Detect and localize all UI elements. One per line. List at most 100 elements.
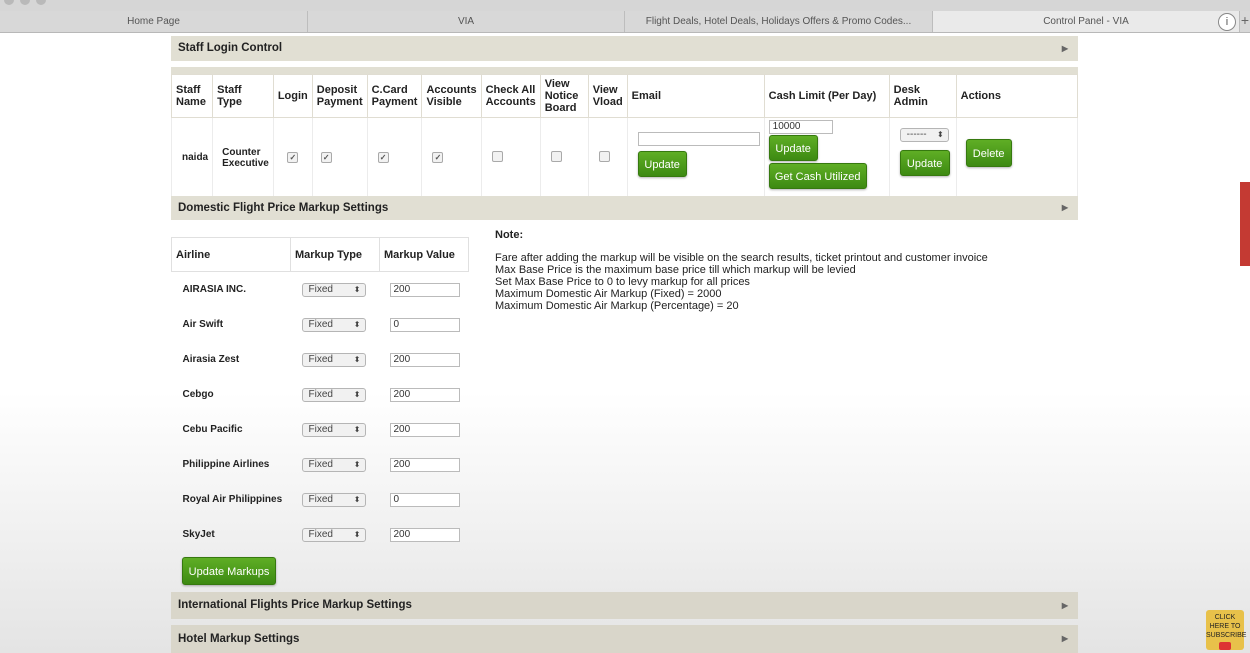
get-cash-utilized-button[interactable]: Get Cash Utilized (768, 163, 867, 189)
hotel-markup-header[interactable]: Hotel Markup Settings ▶ (171, 625, 1078, 653)
subscribe-badge[interactable]: CLICK HERE TO SUBSCRIBE (1206, 610, 1247, 650)
table-row: naida Counter Executive ✓ ✓ ✓ ✓ Update 1… (170, 117, 1079, 198)
markup-value-field[interactable]: 200 (389, 387, 460, 402)
accounts-visible-checkbox[interactable]: ✓ (432, 152, 444, 163)
staff-login-control-header[interactable]: Staff Login Control ▶ (171, 36, 1078, 61)
desk-admin-select[interactable]: ------ ⬍ (899, 127, 949, 142)
col-email: Email (626, 74, 765, 118)
update-markups-button[interactable]: Update Markups (182, 557, 276, 585)
minimize-window-icon[interactable] (20, 0, 30, 5)
note-line: Max Base Price is the maximum base price… (495, 264, 856, 276)
expand-arrow-icon: ▶ (1061, 634, 1068, 643)
browser-toolbar (0, 0, 1250, 11)
email-update-button[interactable]: Update (637, 151, 687, 177)
markup-type-value: Fixed (308, 423, 333, 435)
expand-arrow-icon: ▶ (1061, 44, 1068, 53)
markup-type-value: Fixed (308, 458, 333, 470)
international-markup-header[interactable]: International Flights Price Markup Setti… (171, 592, 1078, 619)
col-accounts-visible: Accounts Visible (421, 74, 482, 118)
browser-tab-control-panel[interactable]: Control Panel - VIA (933, 11, 1240, 32)
new-tab-icon[interactable]: + (1241, 12, 1249, 28)
deposit-payment-checkbox[interactable]: ✓ (320, 152, 332, 163)
table-row: Royal Air Philippines Fixed ⬍ 0 (172, 482, 469, 517)
airline-name: SkyJet (182, 529, 215, 540)
markup-type-select[interactable]: Fixed ⬍ (301, 317, 366, 332)
desk-admin-value: ------ (906, 128, 927, 140)
airline-name: Cebu Pacific (182, 424, 243, 435)
col-staff-name: Staff Name (170, 74, 214, 118)
info-icon[interactable]: i (1218, 13, 1236, 31)
col-ccard-payment: C.Card Payment (366, 74, 423, 118)
select-arrows-icon: ⬍ (353, 354, 361, 364)
side-feedback-tab[interactable] (1240, 182, 1250, 266)
domestic-markup-header[interactable]: Domestic Flight Price Markup Settings ▶ (171, 196, 1078, 220)
markup-type-select[interactable]: Fixed ⬍ (301, 282, 366, 297)
cash-limit-field[interactable]: 10000 (768, 120, 833, 134)
email-field[interactable] (637, 132, 760, 146)
table-row: AIRASIA INC. Fixed ⬍ 200 (172, 272, 469, 308)
col-actions: Actions (955, 74, 1079, 118)
browser-tab-deals[interactable]: Flight Deals, Hotel Deals, Holidays Offe… (625, 11, 933, 32)
zoom-window-icon[interactable] (36, 0, 46, 5)
markup-type-select[interactable]: Fixed ⬍ (301, 422, 366, 437)
airline-name: AIRASIA INC. (182, 284, 247, 295)
view-notice-board-checkbox[interactable] (550, 150, 562, 162)
markup-type-select[interactable]: Fixed ⬍ (301, 352, 366, 367)
ccard-payment-checkbox[interactable]: ✓ (377, 152, 389, 163)
table-row: Airasia Zest Fixed ⬍ 200 (172, 342, 469, 377)
markup-type-value: Fixed (308, 528, 333, 540)
subscribe-text: CLICK HERE TO SUBSCRIBE (1206, 614, 1247, 639)
table-row: Philippine Airlines Fixed ⬍ 200 (172, 447, 469, 482)
markup-value-field[interactable]: 200 (389, 352, 460, 367)
airline-name: Air Swift (182, 319, 224, 330)
markup-note: Note: Fare after adding the markup will … (495, 229, 995, 312)
airline-name: Royal Air Philippines (182, 494, 283, 505)
login-checkbox[interactable]: ✓ (287, 152, 299, 163)
section-title: Staff Login Control (178, 42, 283, 54)
delete-button[interactable]: Delete (965, 138, 1012, 167)
select-arrows-icon: ⬍ (353, 494, 361, 504)
markup-type-select[interactable]: Fixed ⬍ (301, 492, 366, 507)
table-row: Air Swift Fixed ⬍ 0 (172, 307, 469, 342)
select-arrows-icon: ⬍ (936, 129, 944, 139)
browser-tab-home[interactable]: Home Page (0, 11, 308, 32)
markup-type-select[interactable]: Fixed ⬍ (301, 387, 366, 402)
select-arrows-icon: ⬍ (353, 319, 361, 329)
note-line: Fare after adding the markup will be vis… (495, 252, 988, 264)
note-line: Set Max Base Price to 0 to levy markup f… (495, 276, 750, 288)
markup-value-field[interactable]: 0 (389, 317, 460, 332)
domestic-markup-table: Airline Markup Type Markup Value AIRASIA… (171, 237, 469, 552)
check-all-accounts-checkbox[interactable] (491, 150, 503, 162)
note-title: Note: (495, 229, 524, 241)
desk-admin-update-button[interactable]: Update (899, 149, 950, 176)
col-check-all-accounts: Check All Accounts (480, 74, 541, 118)
view-vload-checkbox[interactable] (598, 150, 610, 162)
markup-value-field[interactable]: 0 (389, 492, 460, 507)
markup-type-select[interactable]: Fixed ⬍ (301, 457, 366, 472)
markup-table-header: Airline Markup Type Markup Value (171, 237, 469, 272)
browser-tab-via[interactable]: VIA (308, 11, 625, 32)
airline-name: Philippine Airlines (182, 459, 270, 470)
markup-value-field[interactable]: 200 (389, 527, 460, 542)
markup-type-value: Fixed (308, 318, 333, 330)
cash-limit-update-button[interactable]: Update (768, 135, 818, 161)
markup-value-field[interactable]: 200 (389, 457, 460, 472)
close-window-icon[interactable] (4, 0, 14, 5)
col-view-vload: View Vload (587, 74, 628, 118)
airline-name: Cebgo (182, 389, 214, 400)
staff-name: naida (170, 117, 214, 198)
markup-value-field[interactable]: 200 (389, 422, 460, 437)
col-view-notice-board: View Notice Board (539, 74, 589, 118)
staff-table-header: Staff Name Staff Type Login Deposit Paym… (170, 74, 1079, 118)
col-cash-limit: Cash Limit (Per Day) (763, 74, 890, 118)
col-login: Login (272, 74, 313, 118)
staff-table: Staff Name Staff Type Login Deposit Paym… (170, 74, 1079, 198)
markup-type-select[interactable]: Fixed ⬍ (301, 527, 366, 542)
note-line: Maximum Domestic Air Markup (Percentage)… (495, 300, 739, 312)
select-arrows-icon: ⬍ (353, 424, 361, 434)
expand-arrow-icon: ▶ (1061, 601, 1068, 610)
browser-tab-strip: Home Page VIA Flight Deals, Hotel Deals,… (0, 11, 1250, 33)
section-title: International Flights Price Markup Setti… (178, 599, 412, 611)
youtube-icon (1219, 642, 1231, 650)
markup-value-field[interactable]: 200 (389, 282, 460, 297)
